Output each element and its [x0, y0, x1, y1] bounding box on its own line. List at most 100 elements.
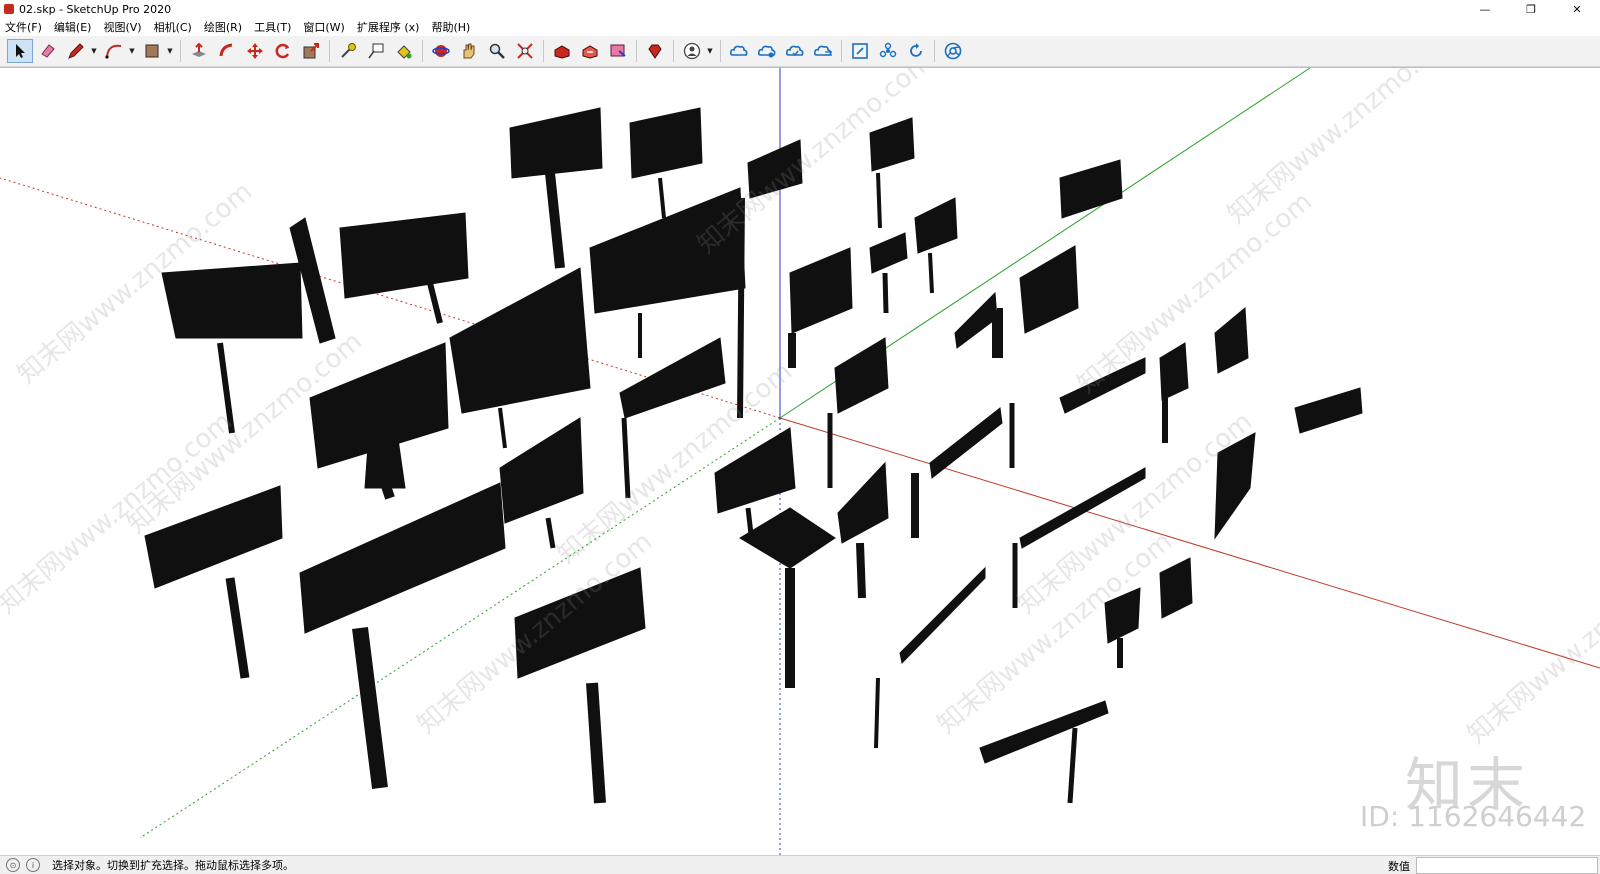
3d-warehouse-button[interactable]: [549, 39, 575, 63]
menu-window[interactable]: 窗口(W): [297, 19, 350, 35]
arc-dropdown-icon[interactable]: ▼: [128, 39, 136, 63]
cloud-list-button[interactable]: [810, 39, 836, 63]
menu-tools[interactable]: 工具(T): [248, 19, 297, 35]
zoom-icon: [489, 43, 505, 59]
rectangle-tool-button[interactable]: [139, 39, 165, 63]
billboard-post: [498, 407, 507, 449]
billboard-panel: [1214, 306, 1249, 374]
pencil-icon: [68, 43, 84, 59]
minimize-button[interactable]: —: [1462, 0, 1508, 18]
pan-button[interactable]: [456, 39, 482, 63]
toolbar-separator: [636, 40, 637, 62]
billboard-panel: [449, 267, 591, 414]
billboard-panel: [499, 417, 584, 524]
follow-me-button[interactable]: [214, 39, 240, 63]
billboard-post: [427, 282, 443, 324]
measurements-label: 数值: [1388, 860, 1410, 873]
zoom-extents-button[interactable]: [512, 39, 538, 63]
arc-tool-button[interactable]: [101, 39, 127, 63]
section-button[interactable]: [847, 39, 873, 63]
menu-extensions[interactable]: 扩展程序 (x): [351, 19, 426, 35]
billboard-panel: [1159, 557, 1193, 619]
components-icon: [879, 42, 897, 58]
browser-button[interactable]: [940, 39, 966, 63]
menu-draw[interactable]: 绘图(R): [198, 19, 248, 35]
menu-file[interactable]: 文件(F): [0, 19, 48, 35]
billboard-panel: [1019, 245, 1079, 334]
text-icon: [368, 43, 384, 59]
pencil-tool-button[interactable]: [63, 39, 89, 63]
billboard-panel: [714, 427, 796, 514]
measurements-input[interactable]: [1416, 857, 1598, 874]
billboard-post: [545, 172, 565, 269]
eraser-tool-button[interactable]: [35, 39, 61, 63]
ruby-icon: [648, 44, 662, 59]
billboard-panel: [509, 107, 603, 179]
sketchup-logo-icon: [4, 4, 14, 14]
billboard-model: [1159, 557, 1193, 619]
rotate-button[interactable]: [270, 39, 296, 63]
model-viewport[interactable]: 知末网www.znzmo.com 知末网www.znzmo.com 知末网www.z…: [0, 67, 1600, 856]
restore-button[interactable]: ❐: [1508, 0, 1554, 18]
refresh-button[interactable]: [903, 39, 929, 63]
shape-dropdown-icon[interactable]: ▼: [166, 39, 174, 63]
billboard-model: [739, 507, 836, 688]
layout-button[interactable]: [605, 39, 631, 63]
move-button[interactable]: [242, 39, 268, 63]
billboard-post: [225, 577, 250, 679]
text-button[interactable]: [363, 39, 389, 63]
components-button[interactable]: [875, 39, 901, 63]
select-icon: [16, 44, 25, 58]
info-icon[interactable]: i: [26, 858, 40, 872]
extension-warehouse-button[interactable]: [577, 39, 603, 63]
billboard-model: [914, 197, 958, 294]
push-pull-button[interactable]: [186, 39, 212, 63]
menu-edit[interactable]: 编辑(E): [48, 19, 98, 35]
menu-view[interactable]: 视图(V): [97, 19, 147, 35]
toolbar-separator: [720, 40, 721, 62]
cloud-connect-button[interactable]: [754, 39, 780, 63]
billboard-post: [352, 627, 388, 789]
billboard-model: [629, 107, 703, 219]
toolbar-separator: [180, 40, 181, 62]
billboard-panel: [789, 247, 853, 334]
menu-help[interactable]: 帮助(H): [425, 19, 476, 35]
select-tool-button[interactable]: [7, 39, 33, 63]
account-dropdown-icon[interactable]: ▼: [706, 39, 714, 63]
zoom-extents-icon: [517, 43, 533, 59]
geo-location-icon[interactable]: ⊙: [6, 858, 20, 872]
orbit-icon: [432, 45, 450, 57]
billboard-model: [997, 245, 1079, 358]
window-controls: — ❐ ✕: [1462, 0, 1600, 18]
pencil-dropdown-icon[interactable]: ▼: [90, 39, 98, 63]
pan-icon: [463, 43, 475, 59]
orbit-button[interactable]: [428, 39, 454, 63]
tape-measure-button[interactable]: [335, 39, 361, 63]
cloud-sync-button[interactable]: [782, 39, 808, 63]
paint-button[interactable]: [391, 39, 417, 63]
ruby-console-button[interactable]: [642, 39, 668, 63]
billboard-panel: [834, 337, 889, 414]
billboard-post: [874, 677, 880, 749]
billboard-panel: [929, 407, 1003, 479]
toolbar-separator: [841, 40, 842, 62]
toolbar-separator: [673, 40, 674, 62]
billboard-panel: [1059, 159, 1123, 219]
cloud-share-icon: [729, 45, 748, 56]
toolbar-separator: [422, 40, 423, 62]
billboard-model: [954, 291, 998, 358]
billboard-post: [586, 682, 606, 804]
zoom-button[interactable]: [484, 39, 510, 63]
billboard-panel: [914, 197, 958, 254]
status-bar: ⊙ i 选择对象。切换到扩充选择。拖动鼠标选择多项。 数值: [0, 855, 1600, 874]
scale-button[interactable]: [298, 39, 324, 63]
billboard-panel: [1294, 387, 1363, 434]
menu-camera[interactable]: 相机(C): [148, 19, 198, 35]
account-button[interactable]: [679, 39, 705, 63]
refresh-icon: [910, 43, 922, 57]
window-title: 02.skp - SketchUp Pro 2020: [19, 2, 172, 16]
billboard-panel: [739, 507, 836, 569]
close-button[interactable]: ✕: [1554, 0, 1600, 18]
cloud-share-button[interactable]: [726, 39, 752, 63]
billboard-panel: [339, 212, 469, 299]
